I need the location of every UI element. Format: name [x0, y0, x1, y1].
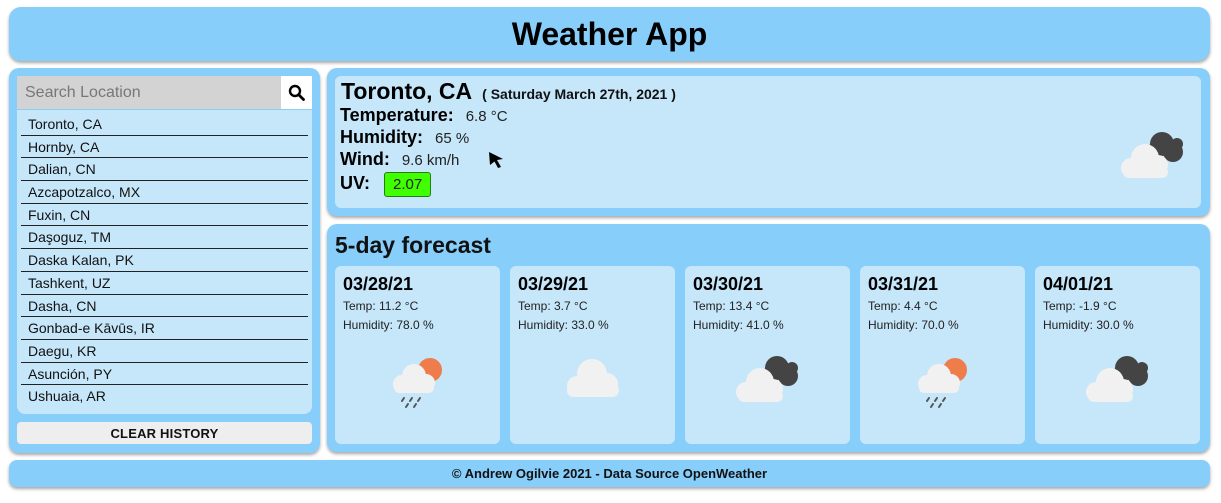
forecast-humidity: Humidity: 41.0 %: [693, 318, 784, 332]
forecast-date: 03/30/21: [693, 274, 764, 294]
humidity-value: 65 %: [435, 130, 470, 147]
cloudy-dark-icon: [735, 356, 798, 402]
uv-badge: 2.07: [384, 172, 432, 197]
clear-history-button[interactable]: CLEAR HISTORY: [17, 422, 312, 444]
forecast-title: 5-day forecast: [335, 232, 491, 258]
cloud-icon: [566, 359, 619, 397]
temperature-value: 6.8 °C: [465, 108, 508, 125]
mouse-cursor-icon: [489, 152, 503, 168]
history-item[interactable]: Daegu, KR: [21, 340, 308, 363]
current-weather-card: Toronto, CA ( Saturday March 27th, 2021 …: [335, 76, 1201, 208]
wind-row: Wind: 9.6 km/h: [340, 149, 459, 170]
wind-label: Wind:: [340, 149, 390, 169]
city-name: Toronto, CA: [341, 78, 473, 104]
history-item[interactable]: Gonbad-e Kāvūs, IR: [21, 317, 308, 340]
history-item[interactable]: Azcapotzalco, MX: [21, 181, 308, 204]
temperature-label: Temperature:: [340, 105, 454, 125]
forecast-date: 03/31/21: [868, 274, 939, 294]
history-item[interactable]: Fuxin, CN: [21, 204, 308, 227]
history-item[interactable]: Dalian, CN: [21, 158, 308, 182]
forecast-card: 03/31/21 Temp: 4.4 °C Humidity: 70.0 %: [860, 266, 1025, 444]
rain-sun-icon: [917, 358, 967, 408]
app-title: Weather App: [511, 15, 708, 52]
forecast-card: 03/28/21 Temp: 11.2 °C Humidity: 78.0 %: [335, 266, 500, 444]
humidity-label: Humidity:: [340, 127, 423, 147]
app-header: Weather App: [9, 7, 1210, 61]
temperature-row: Temperature: 6.8 °C: [340, 105, 508, 126]
forecast-temp: Temp: 3.7 °C: [518, 299, 588, 313]
forecast-temp: Temp: 4.4 °C: [868, 299, 938, 313]
forecast-temp: Temp: 11.2 °C: [343, 299, 419, 313]
uv-row: UV: 2.07: [340, 172, 432, 197]
forecast-date: 04/01/21: [1043, 274, 1114, 294]
history-item[interactable]: Tashkent, UZ: [21, 272, 308, 295]
forecast-cards: 03/28/21 Temp: 11.2 °C Humidity: 78.0 %: [335, 266, 1201, 444]
history-item[interactable]: Toronto, CA: [21, 113, 308, 136]
current-weather-panel: Toronto, CA ( Saturday March 27th, 2021 …: [327, 68, 1210, 216]
forecast-card: 03/29/21 Temp: 3.7 °C Humidity: 33.0 %: [510, 266, 675, 444]
city-row: Toronto, CA ( Saturday March 27th, 2021 …: [341, 78, 676, 105]
history-item[interactable]: Asunción, PY: [21, 363, 308, 386]
forecast-card: 03/30/21 Temp: 13.4 °C Humidity: 41.0 %: [685, 266, 850, 444]
forecast-temp: Temp: -1.9 °C: [1043, 299, 1117, 313]
wind-value: 9.6 km/h: [401, 152, 460, 169]
search-sidebar: Toronto, CA Hornby, CA Dalian, CN Azcapo…: [9, 68, 320, 453]
history-item[interactable]: Hornby, CA: [21, 136, 308, 159]
cloudy-dark-icon: [1085, 356, 1148, 402]
forecast-date: 03/29/21: [518, 274, 589, 294]
forecast-humidity: Humidity: 70.0 %: [868, 318, 959, 332]
uv-label: UV:: [340, 173, 371, 193]
search-history-list: Toronto, CA Hornby, CA Dalian, CN Azcapo…: [17, 110, 312, 414]
forecast-humidity: Humidity: 33.0 %: [518, 318, 609, 332]
search-bar: [17, 76, 312, 109]
forecast-humidity: Humidity: 78.0 %: [343, 318, 434, 332]
search-input[interactable]: [17, 76, 281, 109]
history-item[interactable]: Daska Kalan, PK: [21, 249, 308, 272]
forecast-humidity: Humidity: 30.0 %: [1043, 318, 1134, 332]
history-item[interactable]: Ushuaia, AR: [21, 385, 308, 408]
humidity-row: Humidity: 65 %: [340, 127, 469, 148]
current-date: ( Saturday March 27th, 2021 ): [482, 86, 676, 102]
forecast-temp: Temp: 13.4 °C: [693, 299, 770, 313]
history-item[interactable]: Daşoguz, TM: [21, 226, 308, 250]
cloudy-dark-icon: [1121, 132, 1183, 178]
app-footer: © Andrew Ogilvie 2021 - Data Source Open…: [9, 460, 1210, 487]
forecast-card: 04/01/21 Temp: -1.9 °C Humidity: 30.0 %: [1035, 266, 1200, 444]
forecast-panel: 5-day forecast 03/28/21 Temp: 11.2 °C Hu…: [327, 224, 1210, 452]
footer-text: © Andrew Ogilvie 2021 - Data Source Open…: [451, 466, 768, 481]
search-icon: [288, 84, 305, 101]
rain-sun-icon: [392, 358, 442, 408]
forecast-date: 03/28/21: [343, 274, 414, 294]
history-item[interactable]: Dasha, CN: [21, 295, 308, 318]
search-button[interactable]: [281, 76, 312, 109]
